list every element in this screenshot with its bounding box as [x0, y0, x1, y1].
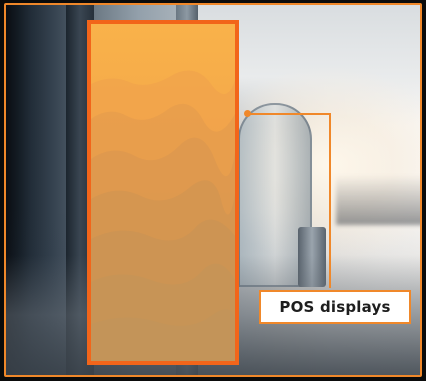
mountain-ridges-illustration [91, 70, 235, 361]
travelers-blur [336, 175, 420, 225]
callout-connector-horizontal [250, 113, 330, 115]
pos-display-panel [87, 20, 239, 365]
pos-displays-label: POS displays [259, 290, 411, 324]
illustration-canvas: POS displays [0, 0, 426, 381]
callout-connector-vertical [329, 113, 331, 288]
